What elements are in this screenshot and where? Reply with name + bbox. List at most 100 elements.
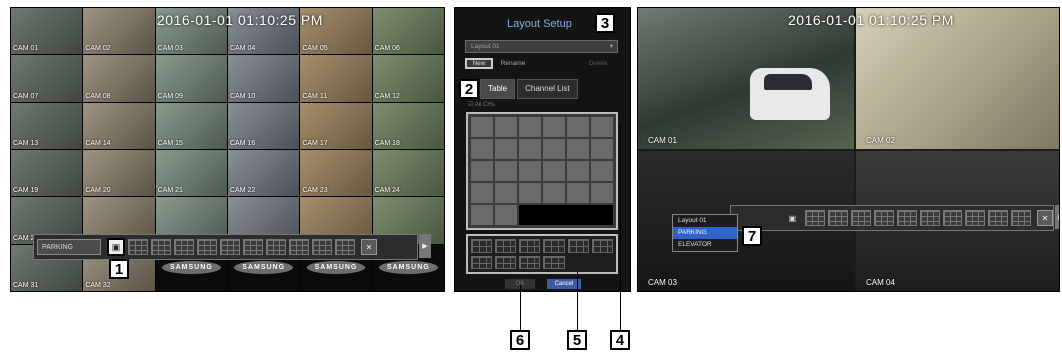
camera-tile[interactable]: CAM 19 — [11, 149, 83, 197]
split-preset-icon[interactable] — [591, 239, 613, 253]
split-10-icon[interactable] — [243, 239, 263, 255]
table-cell[interactable] — [543, 117, 565, 137]
split-preset-icon[interactable] — [543, 239, 565, 253]
tab-channel-list[interactable]: Channel List — [517, 79, 578, 99]
table-cell[interactable] — [567, 117, 589, 137]
table-cell[interactable] — [471, 161, 493, 181]
split-4-icon[interactable] — [151, 239, 171, 255]
camera-tile[interactable]: CAM 21 — [155, 149, 227, 197]
new-button[interactable]: New — [465, 58, 493, 69]
split-16-icon[interactable] — [965, 210, 986, 226]
split-preset-icon[interactable] — [471, 255, 493, 269]
chevron-right-icon[interactable]: ▶ — [1055, 205, 1059, 229]
table-cell[interactable] — [519, 139, 541, 159]
split-preset-icon[interactable] — [519, 255, 541, 269]
split-10-icon[interactable] — [919, 210, 940, 226]
layout-menu-item-selected[interactable]: PARKING — [673, 227, 737, 239]
table-cell[interactable] — [543, 161, 565, 181]
table-cell[interactable] — [519, 117, 541, 137]
camera-tile[interactable]: CAM 08 — [83, 55, 155, 102]
split-preset-icon[interactable] — [519, 239, 541, 253]
layout-setup-icon[interactable]: ▣ — [789, 214, 803, 223]
camera-tile[interactable]: CAM 22 — [228, 149, 300, 197]
close-icon[interactable]: ✕ — [1037, 210, 1053, 226]
split-6-icon[interactable] — [851, 210, 872, 226]
layout-dropdown[interactable]: Layout 01 ▾ — [465, 40, 618, 53]
table-cell[interactable] — [471, 183, 493, 203]
camera-tile[interactable]: CAM 02 — [83, 8, 155, 55]
split-13-icon[interactable] — [266, 239, 286, 255]
split-6-icon[interactable] — [174, 239, 194, 255]
camera-tile[interactable]: CAM 16 — [228, 102, 300, 149]
split-preset-icon[interactable] — [567, 239, 589, 253]
camera-tile[interactable]: CAM 10 — [228, 55, 300, 102]
split-25-icon[interactable] — [988, 210, 1009, 226]
table-cell[interactable] — [543, 183, 565, 203]
camera-tile[interactable]: CAM 17 — [300, 102, 372, 149]
split-8-icon[interactable] — [874, 210, 894, 226]
table-cell[interactable] — [519, 183, 541, 203]
camera-tile[interactable]: CAM 20 — [83, 149, 155, 197]
merged-cell[interactable] — [519, 205, 613, 225]
camera-tile[interactable]: CAM 02 — [856, 8, 1059, 149]
layout-setup-icon[interactable]: ▣ — [107, 238, 125, 256]
table-cell[interactable] — [471, 139, 493, 159]
split-preset-icon[interactable] — [471, 239, 493, 253]
camera-tile[interactable]: CAM 09 — [155, 55, 227, 102]
chevron-right-icon[interactable]: ▶ — [419, 234, 431, 258]
split-25-icon[interactable] — [312, 239, 332, 255]
split-1-icon[interactable] — [128, 239, 148, 255]
table-cell[interactable] — [567, 161, 589, 181]
table-cell[interactable] — [543, 139, 565, 159]
table-cell[interactable] — [591, 139, 613, 159]
split-36-icon[interactable] — [1011, 210, 1032, 226]
split-9-icon[interactable] — [220, 239, 240, 255]
split-16-icon[interactable] — [289, 239, 309, 255]
table-cell[interactable] — [567, 139, 589, 159]
layout-menu-item[interactable]: ELEVATOR — [673, 239, 737, 251]
table-cell[interactable] — [495, 205, 517, 225]
table-cell[interactable] — [567, 183, 589, 203]
table-cell[interactable] — [591, 183, 613, 203]
split-13-icon[interactable] — [942, 210, 963, 226]
layout-table-grid[interactable] — [466, 112, 618, 230]
camera-tile[interactable]: CAM 13 — [11, 102, 83, 149]
cancel-button[interactable]: Cancel — [547, 279, 581, 289]
layout-select[interactable]: PARKING — [37, 239, 101, 255]
table-cell[interactable] — [495, 117, 517, 137]
table-cell[interactable] — [519, 161, 541, 181]
layout-menu-item[interactable]: Layout 01 — [673, 215, 737, 227]
camera-tile[interactable]: CAM 12 — [372, 55, 444, 102]
camera-tile[interactable]: CAM 23 — [300, 149, 372, 197]
split-9-icon[interactable] — [896, 210, 917, 226]
table-cell[interactable] — [495, 139, 517, 159]
rename-button[interactable]: Rename — [497, 58, 529, 69]
table-cell[interactable] — [471, 117, 493, 137]
table-cell[interactable] — [471, 205, 493, 225]
camera-tile[interactable]: CAM 01 — [11, 8, 83, 55]
camera-tile[interactable]: CAM 06 — [372, 8, 444, 55]
all-chs-checkbox[interactable]: ☑ All CHs — [468, 101, 495, 108]
tab-table[interactable]: Table — [480, 79, 516, 99]
split-8-icon[interactable] — [197, 239, 217, 255]
split-1-icon[interactable] — [805, 210, 826, 226]
camera-tile[interactable]: CAM 14 — [83, 102, 155, 149]
camera-tile[interactable]: CAM 11 — [300, 55, 372, 102]
split-preset-icon[interactable] — [495, 255, 517, 269]
split-4-icon[interactable] — [828, 210, 849, 226]
table-cell[interactable] — [495, 161, 517, 181]
table-cell[interactable] — [591, 117, 613, 137]
delete-button[interactable]: Delete — [583, 58, 613, 69]
close-icon[interactable]: ✕ — [361, 239, 377, 255]
split-preset-icon[interactable] — [495, 239, 517, 253]
split-preset-icon[interactable] — [543, 255, 565, 269]
camera-tile[interactable]: CAM 24 — [372, 149, 444, 197]
camera-tile[interactable]: CAM 01 — [638, 8, 854, 149]
camera-tile[interactable]: CAM 15 — [155, 102, 227, 149]
table-cell[interactable] — [591, 161, 613, 181]
table-cell[interactable] — [495, 183, 517, 203]
camera-label: CAM 20 — [85, 187, 111, 195]
camera-tile[interactable]: CAM 07 — [11, 55, 83, 102]
camera-tile[interactable]: CAM 18 — [372, 102, 444, 149]
split-36-icon[interactable] — [335, 239, 355, 255]
